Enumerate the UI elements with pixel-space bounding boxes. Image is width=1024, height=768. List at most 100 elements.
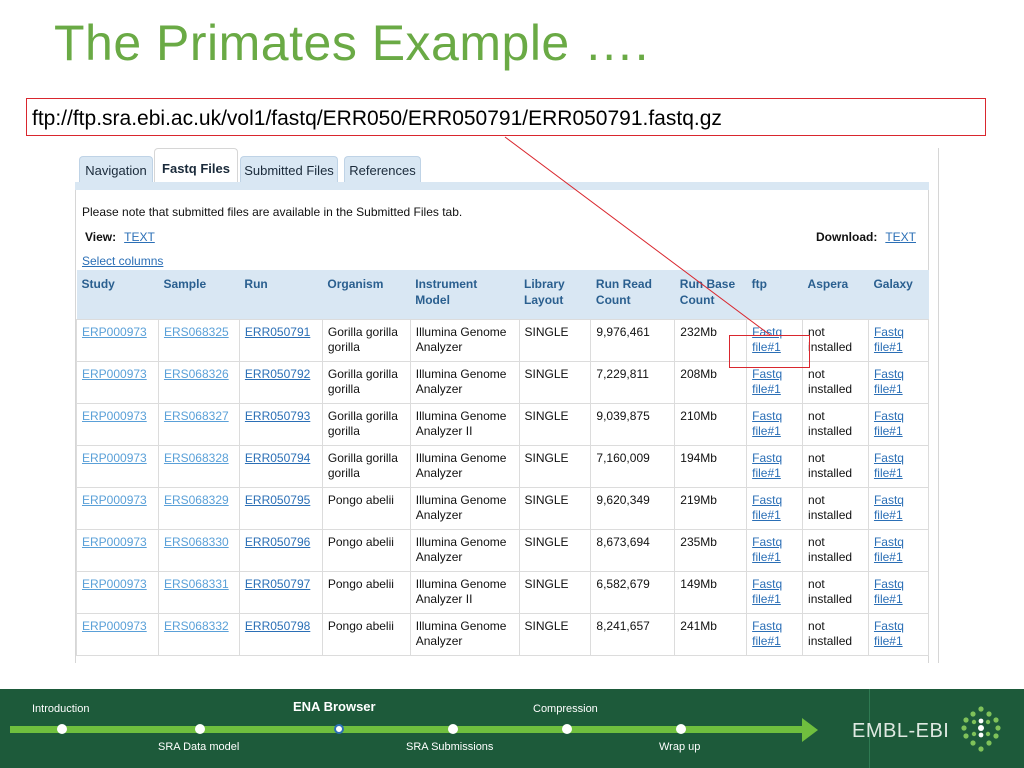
ftp-fastq-link[interactable]: Fastq file#1 bbox=[752, 577, 782, 606]
column-header[interactable]: Run Read Count bbox=[590, 270, 675, 319]
progress-dot-sra-data-model[interactable] bbox=[195, 724, 205, 734]
step-label-introduction[interactable]: Introduction bbox=[32, 703, 89, 715]
table-cell: ERP000973 bbox=[76, 402, 159, 446]
table-cell: 241Mb bbox=[674, 612, 748, 656]
column-header[interactable]: Run bbox=[239, 270, 323, 319]
view-text-link[interactable]: TEXT bbox=[124, 230, 155, 244]
table-cell: SINGLE bbox=[518, 318, 592, 362]
step-label-compression[interactable]: Compression bbox=[533, 703, 598, 715]
tab-submitted-files[interactable]: Submitted Files bbox=[240, 156, 338, 182]
table-cell: not installed bbox=[802, 402, 869, 446]
run-base-count-cell: 208Mb bbox=[680, 366, 717, 381]
download-text-link[interactable]: TEXT bbox=[885, 230, 916, 244]
run-link[interactable]: ERR050798 bbox=[245, 619, 310, 633]
table-cell: ERS068331 bbox=[157, 570, 240, 614]
run-base-count-cell: 210Mb bbox=[680, 408, 717, 423]
ftp-fastq-link[interactable]: Fastq file#1 bbox=[752, 451, 782, 480]
column-header[interactable]: Organism bbox=[322, 270, 411, 319]
sample-link[interactable]: ERS068328 bbox=[164, 451, 229, 465]
instrument-model-cell: Illumina Genome Analyzer bbox=[415, 324, 507, 354]
column-header[interactable]: Library Layout bbox=[519, 270, 591, 319]
progress-dot-compression[interactable] bbox=[562, 724, 572, 734]
galaxy-fastq-link[interactable]: Fastq file#1 bbox=[874, 325, 904, 354]
run-link[interactable]: ERR050792 bbox=[245, 367, 310, 381]
sample-link[interactable]: ERS068326 bbox=[164, 367, 229, 381]
table-cell: Gorilla gorilla gorilla bbox=[321, 318, 411, 362]
run-base-count-cell: 235Mb bbox=[680, 534, 717, 549]
table-cell: Illumina Genome Analyzer bbox=[409, 612, 520, 656]
progress-dot-introduction[interactable] bbox=[57, 724, 67, 734]
galaxy-fastq-link[interactable]: Fastq file#1 bbox=[874, 619, 904, 648]
table-cell: 219Mb bbox=[674, 486, 748, 530]
galaxy-fastq-link[interactable]: Fastq file#1 bbox=[874, 535, 904, 564]
download-label: Download: bbox=[816, 230, 878, 244]
column-header[interactable]: Instrument Model bbox=[410, 270, 520, 319]
ftp-fastq-link[interactable]: Fastq file#1 bbox=[752, 367, 782, 396]
ftp-fastq-link[interactable]: Fastq file#1 bbox=[752, 619, 782, 648]
table-cell: SINGLE bbox=[518, 486, 592, 530]
select-columns-link[interactable]: Select columns bbox=[82, 254, 163, 268]
library-layout-cell: SINGLE bbox=[524, 534, 569, 549]
step-label-sra-submissions[interactable]: SRA Submissions bbox=[406, 741, 493, 753]
step-label-wrap-up[interactable]: Wrap up bbox=[659, 741, 700, 753]
tab-fastq-files[interactable]: Fastq Files bbox=[154, 148, 238, 183]
panel-right-border bbox=[938, 148, 939, 663]
study-link[interactable]: ERP000973 bbox=[82, 619, 147, 633]
run-link[interactable]: ERR050791 bbox=[245, 325, 310, 339]
run-link[interactable]: ERR050794 bbox=[245, 451, 310, 465]
table-cell: not installed bbox=[802, 318, 869, 362]
study-link[interactable]: ERP000973 bbox=[82, 325, 147, 339]
progress-dot-sra-submissions[interactable] bbox=[448, 724, 458, 734]
organism-cell: Pongo abelii bbox=[327, 492, 394, 507]
table-cell: Fastq file#1 bbox=[746, 570, 804, 614]
progress-dot-wrap-up[interactable] bbox=[676, 724, 686, 734]
ftp-fastq-link[interactable]: Fastq file#1 bbox=[752, 409, 782, 438]
table-cell: Pongo abelii bbox=[321, 486, 411, 530]
sample-link[interactable]: ERS068329 bbox=[164, 493, 229, 507]
column-header[interactable]: Study bbox=[76, 270, 159, 319]
table-cell: Gorilla gorilla gorilla bbox=[321, 360, 411, 404]
study-link[interactable]: ERP000973 bbox=[82, 493, 147, 507]
sample-link[interactable]: ERS068325 bbox=[164, 325, 229, 339]
galaxy-fastq-link[interactable]: Fastq file#1 bbox=[874, 577, 904, 606]
galaxy-fastq-link[interactable]: Fastq file#1 bbox=[874, 367, 904, 396]
ftp-fastq-link[interactable]: Fastq file#1 bbox=[752, 535, 782, 564]
tab-navigation[interactable]: Navigation bbox=[79, 156, 153, 182]
galaxy-fastq-link[interactable]: Fastq file#1 bbox=[874, 451, 904, 480]
library-layout-cell: SINGLE bbox=[524, 450, 569, 465]
run-link[interactable]: ERR050795 bbox=[245, 493, 310, 507]
step-label-ena-browser[interactable]: ENA Browser bbox=[293, 699, 376, 714]
table-row: ERP000973 ERS068331 ERR050797 Pongo abelii I… bbox=[76, 570, 930, 614]
sample-link[interactable]: ERS068327 bbox=[164, 409, 229, 423]
study-link[interactable]: ERP000973 bbox=[82, 577, 147, 591]
sample-link[interactable]: ERS068331 bbox=[164, 577, 229, 591]
column-header[interactable]: Galaxy bbox=[868, 270, 929, 319]
run-link[interactable]: ERR050796 bbox=[245, 535, 310, 549]
column-header[interactable]: Aspera bbox=[802, 270, 869, 319]
column-header[interactable]: ftp bbox=[746, 270, 803, 319]
study-link[interactable]: ERP000973 bbox=[82, 451, 147, 465]
table-cell: ERP000973 bbox=[76, 444, 159, 488]
progress-dot-ena-browser[interactable] bbox=[334, 724, 344, 734]
sample-link[interactable]: ERS068332 bbox=[164, 619, 229, 633]
study-link[interactable]: ERP000973 bbox=[82, 367, 147, 381]
run-link[interactable]: ERR050797 bbox=[245, 577, 310, 591]
column-header[interactable]: Sample bbox=[158, 270, 240, 319]
study-link[interactable]: ERP000973 bbox=[82, 409, 147, 423]
galaxy-fastq-link[interactable]: Fastq file#1 bbox=[874, 493, 904, 522]
table-cell: Fastq file#1 bbox=[746, 528, 804, 572]
run-link[interactable]: ERR050793 bbox=[245, 409, 310, 423]
table-row: ERP000973 ERS068330 ERR050796 Pongo abelii I… bbox=[76, 528, 930, 572]
table-cell: ERP000973 bbox=[76, 486, 159, 530]
sample-link[interactable]: ERS068330 bbox=[164, 535, 229, 549]
table-cell: Fastq file#1 bbox=[867, 444, 930, 488]
table-cell: ERR050793 bbox=[238, 402, 323, 446]
study-link[interactable]: ERP000973 bbox=[82, 535, 147, 549]
tab-references[interactable]: References bbox=[344, 156, 421, 182]
step-label-sra-data-model[interactable]: SRA Data model bbox=[158, 741, 239, 753]
ftp-fastq-link[interactable]: Fastq file#1 bbox=[752, 493, 782, 522]
galaxy-fastq-link[interactable]: Fastq file#1 bbox=[874, 409, 904, 438]
column-header[interactable]: Run Base Count bbox=[674, 270, 747, 319]
aspera-status-cell: not installed bbox=[808, 366, 853, 396]
table-row: ERP000973 ERS068332 ERR050798 Pongo abelii I… bbox=[76, 612, 930, 656]
